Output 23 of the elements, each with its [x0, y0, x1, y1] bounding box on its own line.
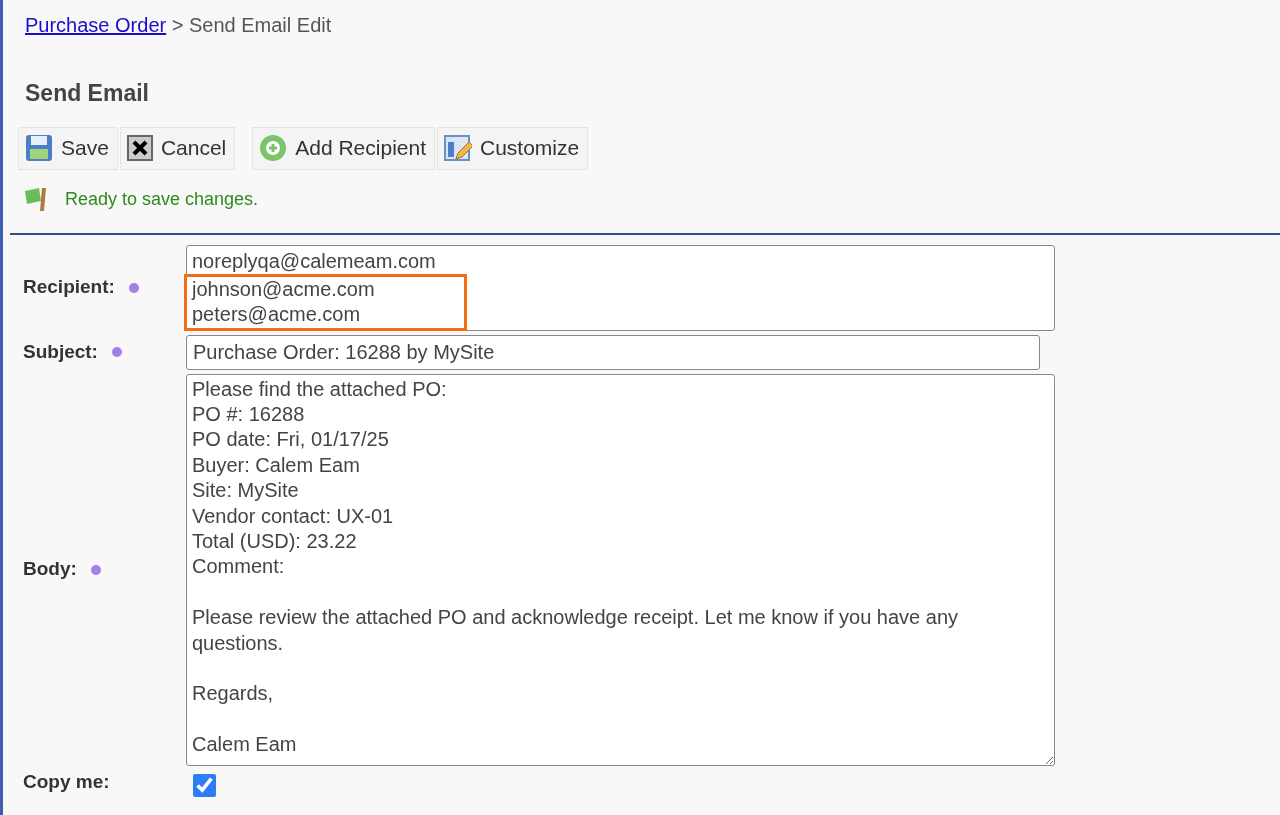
recipient-line: johnson@acme.com [184, 273, 467, 303]
body-field[interactable]: Please find the attached PO: PO #: 16288 PO date: Fri, 01/17/25 Buyer: Calem Eam Site: MySite Vendor contact: UX-01 Total (USD): 23.22 Comment: Please review the attached PO and acknowledge receipt. Let me know if you have any questions. Regards, Calem Eam [186, 373, 1055, 766]
cross-icon [126, 135, 153, 161]
field-label: Subject: [23, 339, 98, 364]
add-recipient-button[interactable]: Add Recipient [252, 126, 435, 170]
field-label: Recipient: [23, 275, 115, 300]
copy-me-checkbox[interactable] [193, 773, 216, 797]
cancel-button[interactable]: Cancel [119, 126, 236, 170]
form-pencil-icon [444, 134, 472, 162]
plus-circle-icon [259, 134, 288, 162]
field-label: Body: [23, 557, 77, 582]
status-message: Ready to save changes. [65, 187, 259, 211]
recipient-field[interactable]: noreplyqa@calemeam.com johnson@acme.com peters@acme.com [186, 244, 1055, 331]
breadcrumb-link[interactable]: Purchase Order [25, 14, 167, 36]
subject-field[interactable]: Purchase Order: 16288 by MySite [186, 334, 1040, 370]
breadcrumb-current: Send Email Edit [189, 14, 332, 36]
page-title: Send Email [25, 79, 150, 108]
field-label: Copy me: [23, 769, 110, 794]
customize-button[interactable]: Customize [437, 126, 589, 170]
save-button[interactable]: Save [18, 126, 118, 170]
recipient-line: peters@acme.com [184, 302, 467, 331]
breadcrumb-separator: > [171, 14, 184, 36]
recipient-line: noreplyqa@calemeam.com [192, 248, 437, 274]
